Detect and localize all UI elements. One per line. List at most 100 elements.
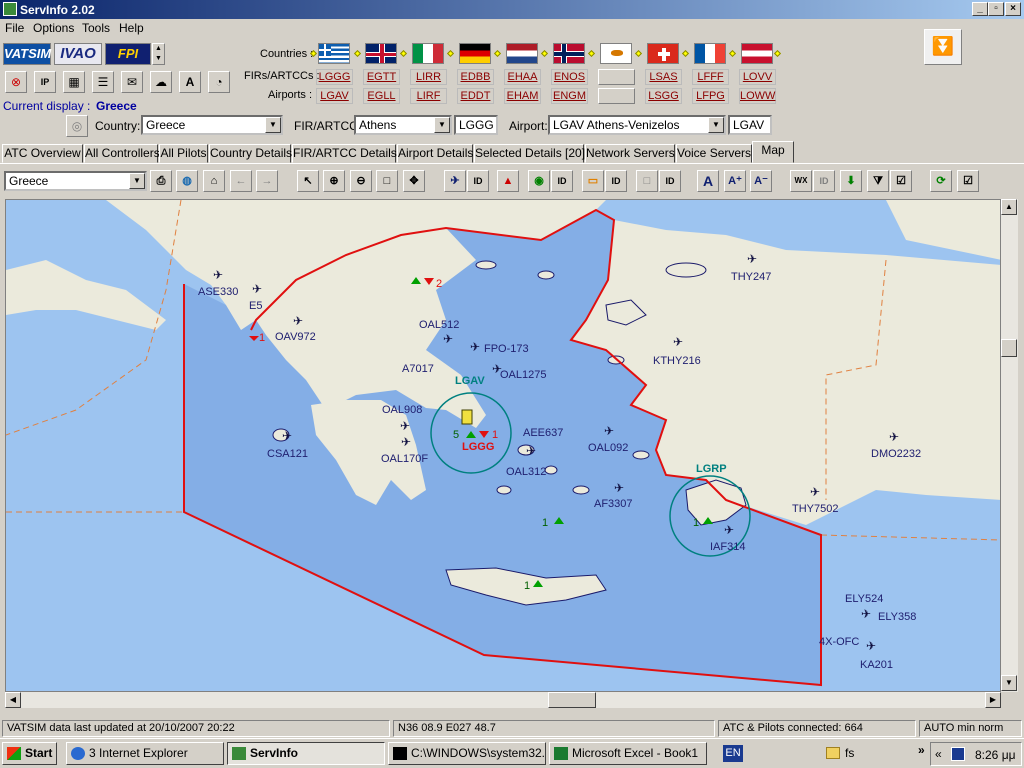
chevron-down-icon[interactable]: ▼ (708, 117, 724, 133)
pointer-icon[interactable]: ↖ (297, 170, 319, 192)
flag-italy[interactable] (412, 43, 444, 64)
disconnect-icon[interactable]: ⊗ (5, 71, 27, 93)
aircraft-label[interactable]: THY7502 (792, 503, 838, 515)
aircraft-icon[interactable]: ✈ (213, 269, 223, 281)
aircraft-label[interactable]: 4X-OFC (819, 636, 859, 648)
chat-icon[interactable]: ✉ (121, 71, 143, 93)
tab-network-servers[interactable]: Network Servers (585, 144, 675, 163)
map-vertical-scrollbar[interactable]: ▲ ▼ (1001, 199, 1018, 692)
airport-label-lggg[interactable]: LGGG (462, 441, 494, 453)
airport-code-eddt[interactable]: EDDT (457, 88, 494, 104)
aircraft-icon[interactable]: ✈ (614, 482, 624, 494)
map-horizontal-scrollbar[interactable]: ◀ ▶ (5, 692, 1001, 708)
fir-code-input[interactable]: LGGG (454, 115, 498, 135)
forward-arrow-icon[interactable]: → (256, 170, 278, 192)
tab-country-details[interactable]: Country Details (209, 144, 292, 163)
fir-code-lfff[interactable]: LFFF (692, 69, 729, 85)
aircraft-icon[interactable]: ✈ (443, 333, 453, 345)
tab-selected-details[interactable]: Selected Details [20] (474, 144, 585, 163)
flag-switzerland[interactable] (647, 43, 679, 64)
weather-toggle[interactable]: WX (790, 170, 812, 192)
task-cmd[interactable]: C:\WINDOWS\system32... (388, 742, 546, 765)
aircraft-label[interactable]: AEE637 (523, 427, 563, 439)
fir-code-lsas[interactable]: LSAS (645, 69, 682, 85)
font-icon[interactable]: A (179, 71, 201, 93)
filter-icon[interactable]: ⧩ (867, 170, 889, 192)
task-excel[interactable]: Microsoft Excel - Book1 (549, 742, 707, 765)
chevron-down-icon[interactable]: ▼ (434, 117, 450, 133)
list-icon[interactable]: ☰ (92, 71, 114, 93)
chevron-down-icon[interactable]: ▼ (265, 117, 281, 133)
aircraft-icon[interactable]: ✈ (526, 445, 536, 457)
fir-code-lovv[interactable]: LOVV (739, 69, 776, 85)
aircraft-icon[interactable]: ✈ (889, 431, 899, 443)
aircraft-label[interactable]: OAV972 (275, 331, 316, 343)
fir-toggle-icon[interactable]: ▭ (582, 170, 604, 192)
start-button[interactable]: Start (2, 742, 57, 765)
fir-code-ehaa[interactable]: EHAA (504, 69, 541, 85)
fpi-button[interactable]: FPI (105, 43, 151, 65)
home-icon[interactable]: ⌂ (203, 170, 225, 192)
menu-help[interactable]: Help (119, 21, 144, 35)
maximize-button[interactable]: ▫ (988, 2, 1004, 16)
country-select[interactable]: Greece ▼ (141, 115, 283, 135)
tray-app-icon[interactable] (951, 747, 965, 761)
font-toggle[interactable]: A (697, 170, 719, 192)
aircraft-label[interactable]: E5 (249, 300, 262, 312)
flag-germany[interactable] (459, 43, 491, 64)
aircraft-icon[interactable]: ✈ (747, 253, 757, 265)
back-arrow-icon[interactable]: ← (230, 170, 252, 192)
fir-select[interactable]: Athens ▼ (354, 115, 452, 135)
tray-chevron-icon[interactable]: « (935, 747, 942, 761)
airport-code-lsgg[interactable]: LSGG (645, 88, 682, 104)
aircraft-icon[interactable]: ✈ (293, 315, 303, 327)
pan-icon[interactable]: ✥ (403, 170, 425, 192)
zoom-in-icon[interactable]: ⊕ (323, 170, 345, 192)
download-arrow-icon[interactable]: ⬇ (840, 170, 862, 192)
fir-code-empty[interactable] (598, 69, 635, 85)
ip-icon[interactable]: IP (34, 71, 56, 93)
airport-label-lgav[interactable]: LGAV (455, 375, 485, 387)
atc-toggle-icon[interactable]: ◉ (528, 170, 550, 192)
fir-code-edbb[interactable]: EDBB (457, 69, 494, 85)
tab-fir-details[interactable]: FIR/ARTCC Details (292, 144, 397, 163)
task-internet-explorer[interactable]: 3 Internet Explorer (66, 742, 224, 765)
scroll-right-icon[interactable]: ▶ (985, 692, 1001, 708)
weather-icon[interactable]: ☁ (150, 71, 172, 93)
scroll-thumb[interactable] (548, 692, 596, 708)
zoom-out-icon[interactable]: ⊖ (350, 170, 372, 192)
tab-atc-overview[interactable]: ATC Overview (2, 144, 83, 163)
airport-select[interactable]: LGAV Athens-Venizelos ▼ (548, 115, 726, 135)
aircraft-label[interactable]: OAL512 (419, 319, 459, 331)
aircraft-icon[interactable]: ✈ (866, 640, 876, 652)
flight-path-icon[interactable]: ▲ (497, 170, 519, 192)
font-decrease-icon[interactable]: A⁻ (750, 170, 772, 192)
vatsim-button[interactable]: VATSIM (3, 43, 51, 65)
fir-code-egtt[interactable]: EGTT (363, 69, 400, 85)
aircraft-label[interactable]: THY247 (731, 271, 771, 283)
airport-code-loww[interactable]: LOWW (739, 88, 776, 104)
flag-austria[interactable] (741, 43, 773, 64)
fir-code-lggg[interactable]: LGGG (316, 69, 353, 85)
aircraft-label[interactable]: OAL170F (381, 453, 428, 465)
airport-code-lfpg[interactable]: LFPG (692, 88, 729, 104)
airport-code-lirf[interactable]: LIRF (410, 88, 447, 104)
aircraft-icon[interactable]: ✈ (252, 283, 262, 295)
aircraft-label[interactable]: KA201 (860, 659, 893, 671)
clock-icon[interactable]: ◔ (208, 71, 230, 93)
zoom-box-icon[interactable]: □ (376, 170, 398, 192)
fir-id-toggle[interactable]: ID (605, 170, 627, 192)
aircraft-icon[interactable]: ✈ (724, 524, 734, 536)
scroll-up-icon[interactable]: ▲ (1001, 199, 1017, 215)
aircraft-label[interactable]: FPO-173 (484, 343, 529, 355)
flag-uk[interactable] (365, 43, 397, 64)
aircraft-icon[interactable]: ✈ (400, 420, 410, 432)
id-toggle[interactable]: ID (813, 170, 835, 192)
fir-code-enos[interactable]: ENOS (551, 69, 588, 85)
aircraft-label[interactable]: A7017 (402, 363, 434, 375)
aircraft-label[interactable]: OAL908 (382, 404, 422, 416)
airport-code-eham[interactable]: EHAM (504, 88, 541, 104)
menu-options[interactable]: Options (33, 21, 74, 35)
scroll-left-icon[interactable]: ◀ (5, 692, 21, 708)
scroll-thumb[interactable] (1001, 339, 1017, 357)
